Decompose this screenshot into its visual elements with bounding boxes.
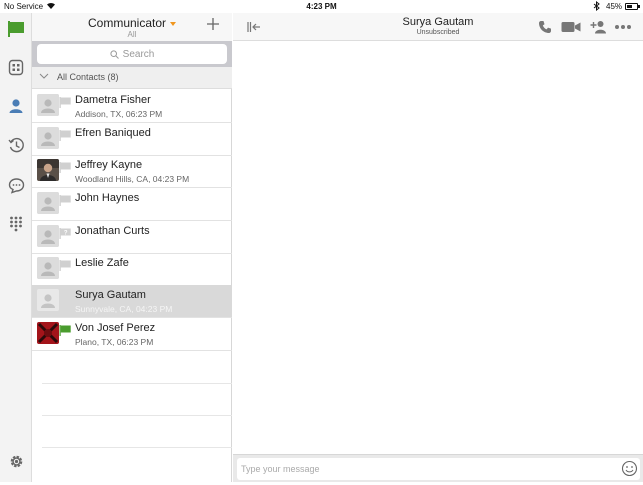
contacts-panel: Communicator All Search All Contacts (8)… bbox=[32, 13, 232, 482]
video-call-button[interactable] bbox=[561, 19, 581, 35]
chevron-down-icon bbox=[39, 72, 49, 82]
contact-name: Leslie Zafe bbox=[75, 257, 129, 269]
contact-row-leslie-zafe[interactable]: Leslie Zafe bbox=[32, 253, 232, 286]
search-icon bbox=[110, 49, 119, 59]
contacts-group-header[interactable]: All Contacts (8) bbox=[32, 67, 232, 89]
contact-row-john-haynes[interactable]: John Haynes bbox=[32, 188, 232, 221]
emoji-icon bbox=[621, 460, 638, 477]
contact-name: Dametra Fisher bbox=[75, 94, 151, 106]
contacts-filter-label: All bbox=[127, 30, 137, 39]
presence-flag-icon bbox=[59, 95, 71, 113]
avatar bbox=[37, 94, 59, 116]
avatar bbox=[37, 192, 59, 214]
message-placeholder: Type your message bbox=[241, 464, 320, 474]
contact-name: Surya Gautam bbox=[75, 289, 146, 301]
video-icon bbox=[561, 22, 581, 32]
chat-contact-name: Surya Gautam bbox=[402, 16, 474, 28]
presence-flag-icon bbox=[59, 193, 71, 211]
contacts-title: Communicator bbox=[87, 16, 167, 30]
search-bar: Search bbox=[32, 41, 232, 67]
presence-flag-icon bbox=[59, 258, 71, 276]
presence-available-flag-icon bbox=[59, 323, 71, 341]
plus-icon bbox=[207, 18, 219, 30]
group-label: All Contacts (8) bbox=[57, 72, 119, 82]
divider bbox=[42, 415, 232, 416]
emoji-button[interactable] bbox=[621, 460, 638, 485]
search-input[interactable]: Search bbox=[37, 44, 227, 64]
avatar-photo bbox=[37, 322, 59, 344]
more-options-button[interactable] bbox=[614, 19, 632, 35]
battery-icon bbox=[625, 3, 640, 10]
phone-icon bbox=[539, 21, 551, 33]
contact-name: Von Josef Perez bbox=[75, 322, 156, 334]
contact-name: Jeffrey Kayne bbox=[75, 159, 143, 171]
chat-contact-status: Unsubscribed bbox=[416, 29, 460, 36]
chat-message-area bbox=[233, 41, 643, 454]
message-input[interactable]: Type your message bbox=[237, 458, 640, 480]
contact-row-jonathan-curts[interactable]: ? Jonathan Curts bbox=[32, 221, 232, 254]
presence-flag-icon bbox=[59, 160, 71, 178]
bluetooth-icon bbox=[593, 0, 600, 13]
contacts-header: Communicator All bbox=[32, 13, 232, 41]
add-participant-button[interactable] bbox=[590, 19, 607, 35]
avatar bbox=[37, 225, 59, 247]
contact-row-jeffrey-kayne[interactable]: Jeffrey Kayne Woodland Hills, CA, 04:23 … bbox=[32, 155, 232, 188]
battery-percent: 45% bbox=[606, 2, 623, 11]
contact-location: Addison, TX, 06:23 PM bbox=[75, 109, 163, 119]
call-button[interactable] bbox=[538, 19, 552, 35]
chat-icon[interactable] bbox=[6, 175, 26, 195]
chat-header: Surya Gautam Unsubscribed bbox=[233, 13, 643, 41]
contact-location: Sunnyvale, CA, 04:23 PM bbox=[75, 304, 173, 314]
presence-flag-icon bbox=[59, 128, 71, 146]
avatar-photo bbox=[37, 159, 59, 181]
more-icon bbox=[615, 25, 631, 29]
contact-row-dametra-fisher[interactable]: Dametra Fisher Addison, TX, 06:23 PM bbox=[32, 90, 232, 123]
contact-name: Efren Baniqued bbox=[75, 127, 151, 139]
chevron-down-icon bbox=[170, 21, 177, 26]
left-nav bbox=[0, 13, 32, 482]
contact-name: John Haynes bbox=[75, 192, 140, 204]
history-icon[interactable] bbox=[6, 135, 26, 155]
contact-name: Jonathan Curts bbox=[75, 225, 150, 237]
avatar bbox=[37, 289, 59, 311]
status-bar: No Service 4:23 PM 45% bbox=[0, 0, 643, 13]
divider bbox=[42, 447, 232, 448]
presence-unknown-flag-icon: ? bbox=[59, 226, 71, 244]
contact-row-von-josef-perez[interactable]: Von Josef Perez Plano, TX, 06:23 PM bbox=[32, 318, 232, 351]
contact-row-surya-gautam[interactable]: Surya Gautam Sunnyvale, CA, 04:23 PM bbox=[32, 285, 232, 318]
contact-location: Woodland Hills, CA, 04:23 PM bbox=[75, 174, 190, 184]
composer-bar: Type your message bbox=[233, 454, 643, 482]
avatar bbox=[37, 127, 59, 149]
avatar bbox=[37, 257, 59, 279]
clock: 4:23 PM bbox=[306, 2, 337, 11]
contact-location: Plano, TX, 06:23 PM bbox=[75, 337, 154, 347]
add-person-icon bbox=[590, 21, 606, 34]
divider bbox=[42, 383, 232, 384]
svg-text:?: ? bbox=[64, 231, 68, 237]
contacts-icon[interactable] bbox=[6, 96, 26, 116]
add-contact-button[interactable] bbox=[206, 17, 220, 31]
settings-icon[interactable] bbox=[6, 451, 26, 471]
contacts-title-button[interactable]: Communicator bbox=[32, 16, 232, 30]
dialpad-icon[interactable] bbox=[6, 214, 26, 234]
contact-row-efren-baniqued[interactable]: Efren Baniqued bbox=[32, 123, 232, 156]
search-placeholder: Search bbox=[122, 48, 155, 60]
flag-icon[interactable] bbox=[6, 19, 26, 39]
directory-icon[interactable] bbox=[6, 57, 26, 77]
